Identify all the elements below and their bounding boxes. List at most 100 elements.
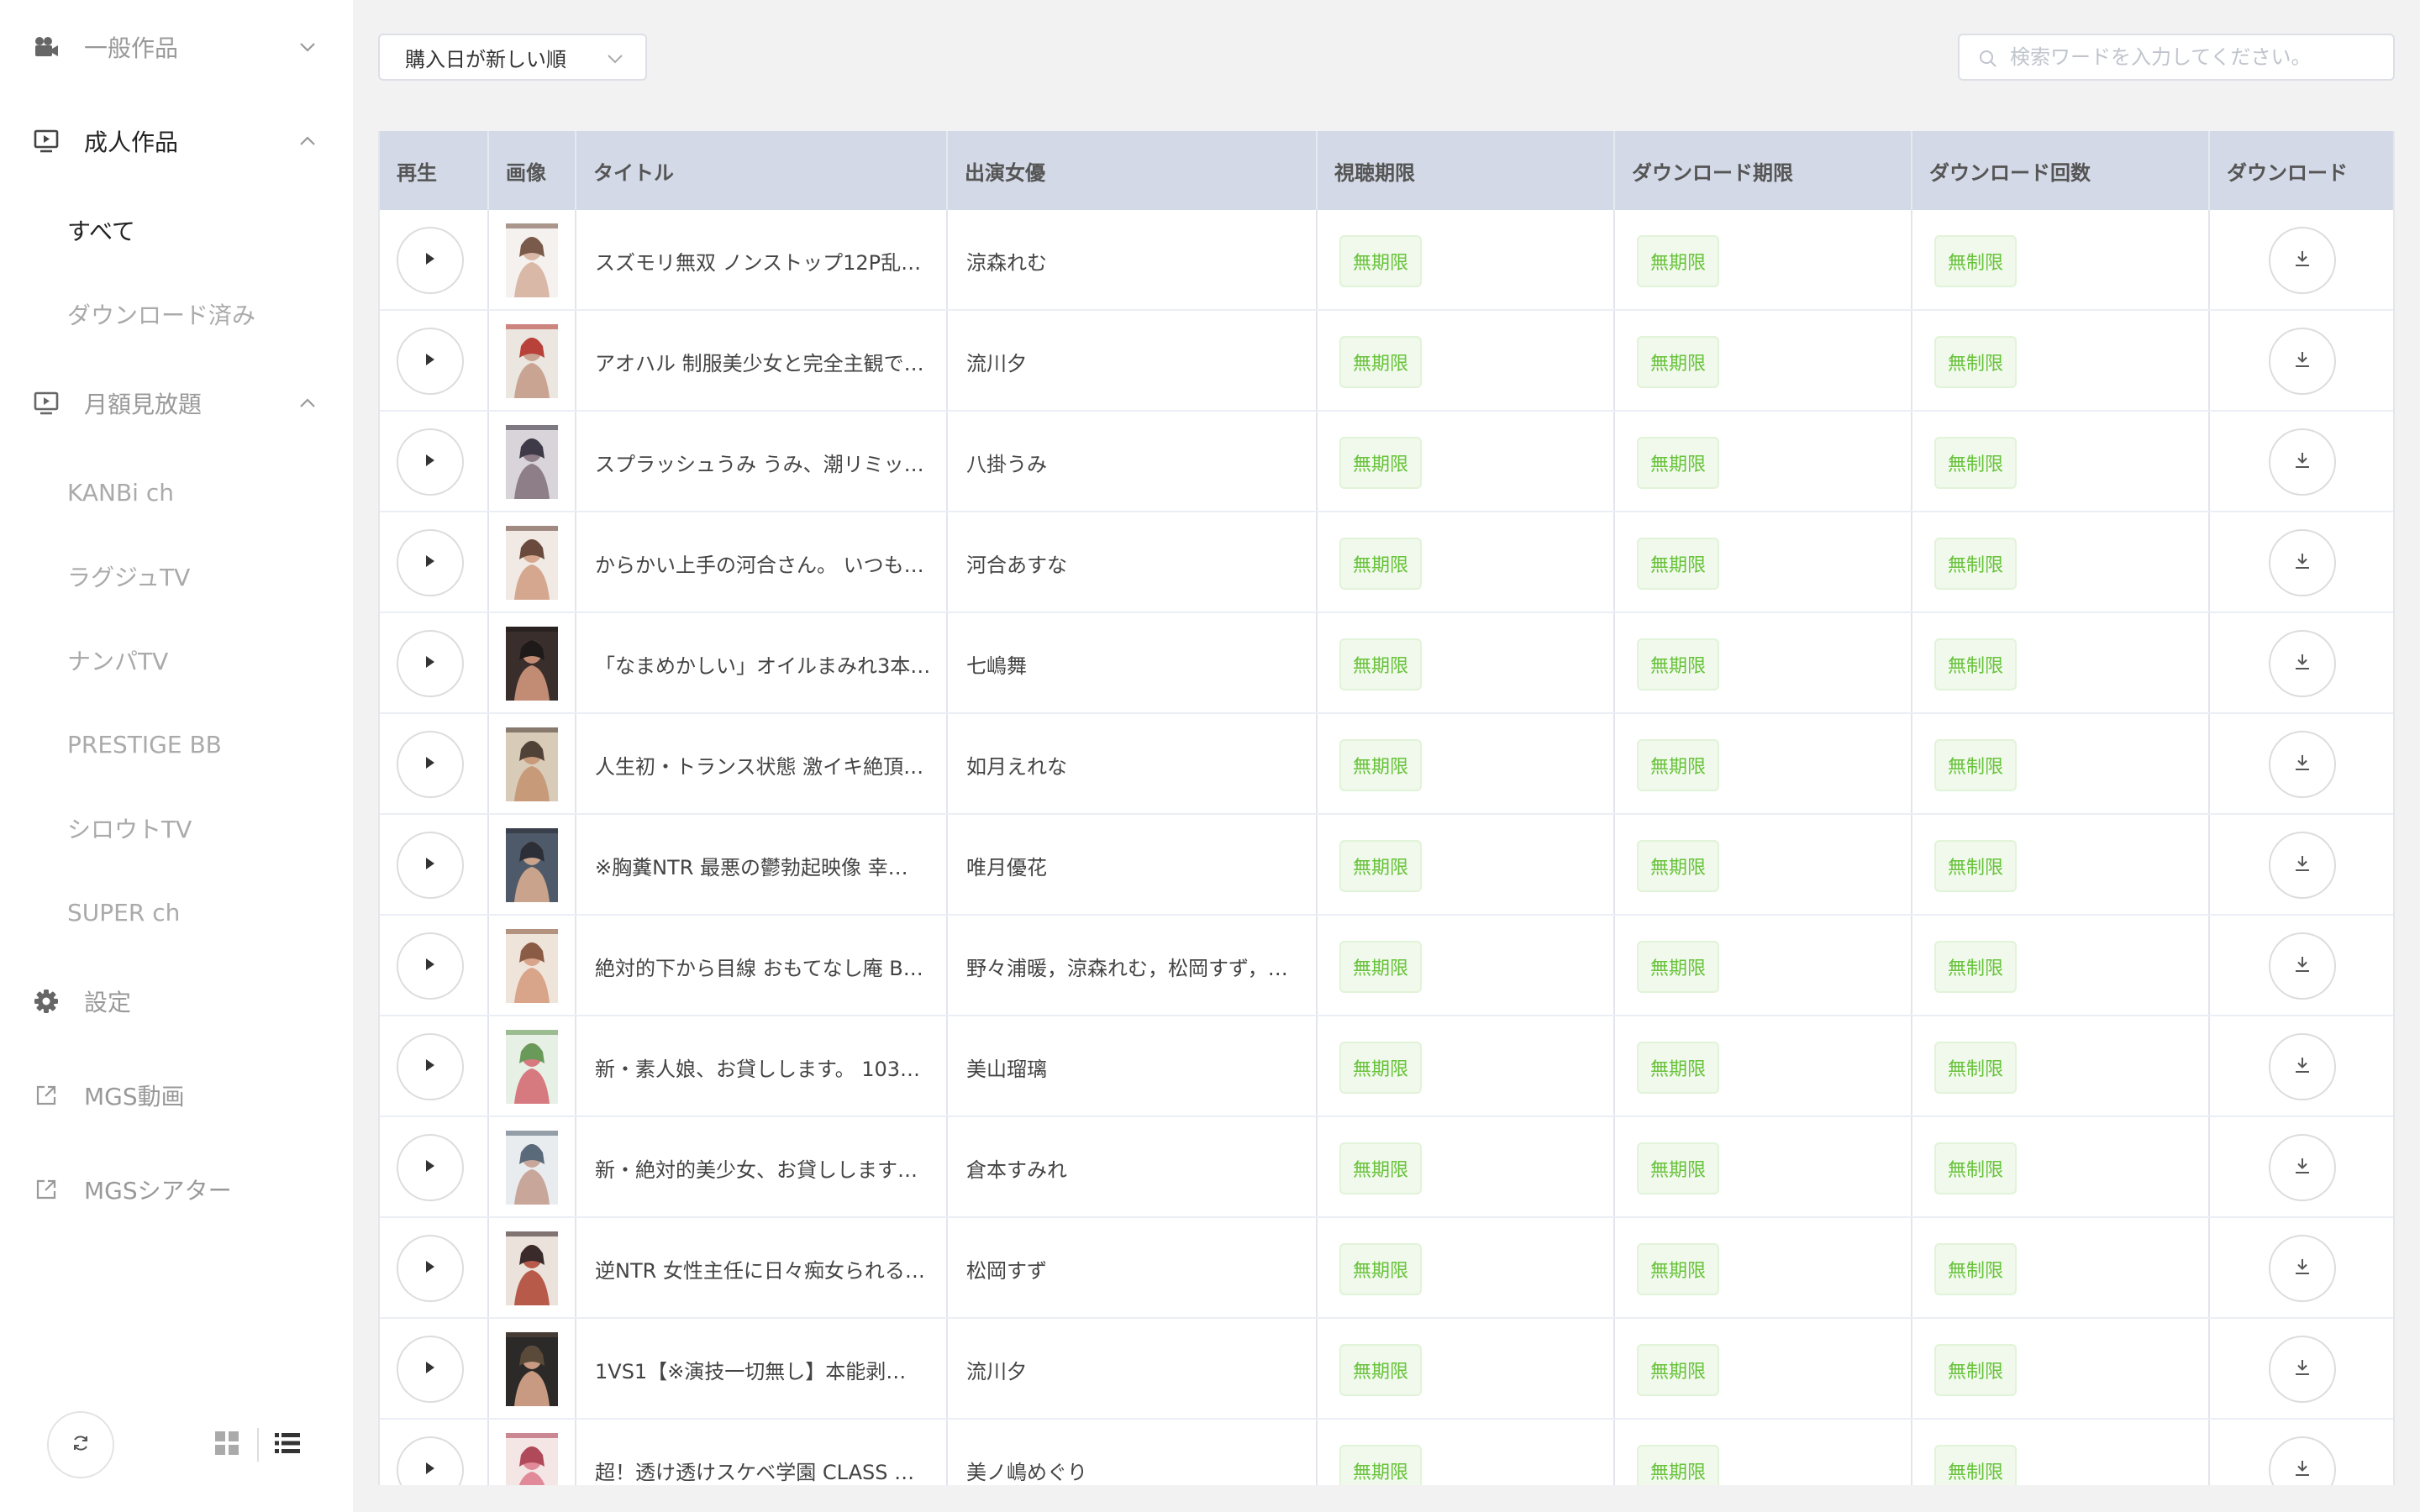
nav-monthly-shirouto[interactable]: シロウトTV xyxy=(67,803,192,853)
title-text[interactable]: 「なまめかしい」オイルまみれ3本… xyxy=(595,613,931,712)
play-button[interactable] xyxy=(397,529,464,596)
title-text[interactable]: スズモリ無双 ノンストップ12P乱… xyxy=(595,210,931,309)
cover-thumbnail[interactable] xyxy=(506,828,558,902)
title-text[interactable]: 超！透け透けスケベ学園 CLASS … xyxy=(595,1420,931,1485)
download-button[interactable] xyxy=(2269,731,2336,798)
download-limit-cell: 無期限 xyxy=(1615,815,1912,914)
cover-thumbnail[interactable] xyxy=(506,1131,558,1205)
download-limit-badge: 無期限 xyxy=(1637,1445,1720,1485)
download-button[interactable] xyxy=(2269,630,2336,697)
download-button[interactable] xyxy=(2269,1134,2336,1201)
download-button[interactable] xyxy=(2269,1235,2336,1302)
play-button[interactable] xyxy=(397,630,464,697)
table-row: 1VS1【※演技一切無し】本能剥… 流川夕 無期限 無期限 無制限 xyxy=(380,1319,2393,1420)
actress-cell: 涼森れむ xyxy=(948,210,1318,309)
title-cell: 超！透け透けスケベ学園 CLASS … xyxy=(576,1420,948,1485)
nav-monthly-kanbi[interactable]: KANBi ch xyxy=(67,467,174,517)
download-button[interactable] xyxy=(2269,227,2336,294)
play-button[interactable] xyxy=(397,428,464,496)
table-row: 「なまめかしい」オイルまみれ3本… 七嶋舞 無期限 無期限 無制限 xyxy=(380,613,2393,714)
link-mgs-video-label: MGS動画 xyxy=(84,1083,185,1110)
download-button[interactable] xyxy=(2269,832,2336,899)
search-input[interactable] xyxy=(2010,40,2380,74)
nav-adult-all[interactable]: すべて xyxy=(67,205,135,255)
nav-monthly-prestige[interactable]: PRESTIGE BB xyxy=(67,719,222,769)
download-button[interactable] xyxy=(2269,428,2336,496)
download-button[interactable] xyxy=(2269,328,2336,395)
actress-text: 八掛うみ xyxy=(966,452,1047,476)
cover-thumbnail[interactable] xyxy=(506,1433,558,1485)
sort-select[interactable]: 購入日が新しい順 xyxy=(378,34,647,81)
download-button[interactable] xyxy=(2269,529,2336,596)
title-text[interactable]: 新・素人娘、お貸しします。 103… xyxy=(595,1016,931,1116)
nav-settings[interactable]: 設定 xyxy=(0,968,353,1035)
nav-adult[interactable]: 成人作品 xyxy=(0,108,353,175)
cover-thumbnail[interactable] xyxy=(506,929,558,1003)
link-mgs-video[interactable]: MGS動画 xyxy=(0,1062,353,1129)
list-view-button[interactable] xyxy=(271,1428,304,1462)
title-text[interactable]: ※胸糞NTR 最悪の鬱勃起映像 幸… xyxy=(595,815,931,914)
download-limit-badge: 無期限 xyxy=(1637,1243,1720,1295)
cover-thumbnail[interactable] xyxy=(506,1030,558,1104)
cover-thumbnail[interactable] xyxy=(506,425,558,499)
play-icon xyxy=(424,655,436,672)
title-text[interactable]: 絶対的下から目線 おもてなし庵 B… xyxy=(595,916,931,1015)
title-text[interactable]: スプラッシュうみ うみ、潮リミッ… xyxy=(595,412,931,511)
title-text[interactable]: 人生初・トランス状態 激イキ絶頂… xyxy=(595,714,931,813)
cover-thumbnail[interactable] xyxy=(506,627,558,701)
table-row: スプラッシュうみ うみ、潮リミッ… 八掛うみ 無期限 無期限 無制限 xyxy=(380,412,2393,512)
nav-monthly-luxu[interactable]: ラグジュTV xyxy=(67,551,190,601)
play-button[interactable] xyxy=(397,731,464,798)
nav-general[interactable]: 一般作品 xyxy=(0,13,353,81)
view-limit-cell: 無期限 xyxy=(1318,1016,1615,1116)
cover-thumbnail[interactable] xyxy=(506,223,558,297)
view-limit-cell: 無期限 xyxy=(1318,916,1615,1015)
play-button[interactable] xyxy=(397,328,464,395)
link-mgs-theater[interactable]: MGSシアター xyxy=(0,1156,353,1223)
title-cell: 新・素人娘、お貸しします。 103… xyxy=(576,1016,948,1116)
refresh-button[interactable] xyxy=(47,1411,114,1478)
title-text[interactable]: アオハル 制服美少女と完全主観で… xyxy=(595,311,931,410)
download-count-cell: 無制限 xyxy=(1912,210,2210,309)
title-text[interactable]: 逆NTR 女性主任に日々痴女られる… xyxy=(595,1218,931,1317)
download-cell xyxy=(2210,815,2393,914)
download-button[interactable] xyxy=(2269,1033,2336,1100)
download-limit-cell: 無期限 xyxy=(1615,1117,1912,1216)
actress-cell: 唯月優花 xyxy=(948,815,1318,914)
play-button[interactable] xyxy=(397,227,464,294)
image-cell xyxy=(489,714,576,813)
download-icon xyxy=(2293,1157,2312,1179)
cover-thumbnail[interactable] xyxy=(506,727,558,801)
actress-cell: 七嶋舞 xyxy=(948,613,1318,712)
download-count-cell: 無制限 xyxy=(1912,1420,2210,1485)
title-text[interactable]: 1VS1【※演技一切無し】本能剥… xyxy=(595,1319,931,1418)
play-button[interactable] xyxy=(397,1436,464,1485)
actress-cell: 河合あすな xyxy=(948,512,1318,612)
cover-thumbnail[interactable] xyxy=(506,1231,558,1305)
play-button[interactable] xyxy=(397,1336,464,1403)
download-button[interactable] xyxy=(2269,932,2336,1000)
table-row: スズモリ無双 ノンストップ12P乱… 涼森れむ 無期限 無期限 無制限 xyxy=(380,210,2393,311)
nav-monthly-super[interactable]: SUPER ch xyxy=(67,887,180,937)
play-button[interactable] xyxy=(397,1134,464,1201)
cover-thumbnail[interactable] xyxy=(506,526,558,600)
grid-view-button[interactable] xyxy=(210,1428,244,1462)
title-cell: 新・絶対的美少女、お貸しします… xyxy=(576,1117,948,1216)
nav-monthly-nanpa[interactable]: ナンパTV xyxy=(67,635,168,685)
nav-monthly[interactable]: 月額見放題 xyxy=(0,370,353,437)
download-button[interactable] xyxy=(2269,1336,2336,1403)
title-text[interactable]: からかい上手の河合さん。 いつも… xyxy=(595,512,931,612)
cover-thumbnail[interactable] xyxy=(506,324,558,398)
actress-text: 涼森れむ xyxy=(966,250,1047,275)
play-button[interactable] xyxy=(397,832,464,899)
play-button[interactable] xyxy=(397,932,464,1000)
cover-thumbnail[interactable] xyxy=(506,1332,558,1406)
play-button[interactable] xyxy=(397,1235,464,1302)
title-text[interactable]: 新・絶対的美少女、お貸しします… xyxy=(595,1117,931,1216)
nav-adult-label: 成人作品 xyxy=(84,129,179,156)
nav-adult-downloaded[interactable]: ダウンロード済み xyxy=(67,289,255,339)
download-button[interactable] xyxy=(2269,1436,2336,1485)
play-button[interactable] xyxy=(397,1033,464,1100)
download-count-badge: 無制限 xyxy=(1934,336,2018,388)
chevron-down-icon xyxy=(297,37,318,57)
